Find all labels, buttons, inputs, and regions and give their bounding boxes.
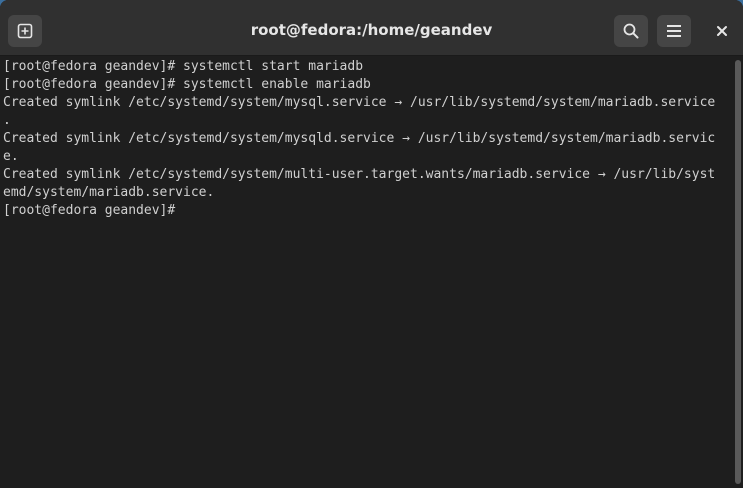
hamburger-menu-icon xyxy=(667,25,681,37)
terminal-line: [root@fedora geandev]# systemctl start m… xyxy=(3,59,364,74)
close-button[interactable] xyxy=(706,15,738,47)
search-icon xyxy=(623,23,639,39)
vertical-scrollbar[interactable] xyxy=(733,58,741,486)
new-tab-button[interactable] xyxy=(8,15,42,47)
menu-button[interactable] xyxy=(657,15,691,47)
terminal-line: Created symlink /etc/systemd/system/mysq… xyxy=(3,131,716,146)
terminal-window: root@fedora:/home/geandev [root@fedora g… xyxy=(0,0,743,488)
terminal-line: Created symlink /etc/systemd/system/mult… xyxy=(3,167,716,182)
terminal-prompt-line: [root@fedora geandev]# xyxy=(3,202,731,220)
close-icon xyxy=(717,26,727,36)
terminal-output[interactable]: [root@fedora geandev]# systemctl start m… xyxy=(0,56,731,488)
terminal-prompt: [root@fedora geandev]# xyxy=(3,203,184,218)
terminal-line: Created symlink /etc/systemd/system/mysq… xyxy=(3,95,716,110)
scrollbar-thumb[interactable] xyxy=(735,60,741,484)
terminal-line: emd/system/mariadb.service. xyxy=(3,185,215,200)
search-button[interactable] xyxy=(614,15,648,47)
terminal-line: . xyxy=(3,113,11,128)
new-tab-icon xyxy=(17,23,33,39)
title-bar[interactable]: root@fedora:/home/geandev xyxy=(0,0,743,56)
terminal-line: [root@fedora geandev]# systemctl enable … xyxy=(3,77,371,92)
terminal-line: e. xyxy=(3,149,19,164)
terminal-cursor xyxy=(183,202,191,217)
